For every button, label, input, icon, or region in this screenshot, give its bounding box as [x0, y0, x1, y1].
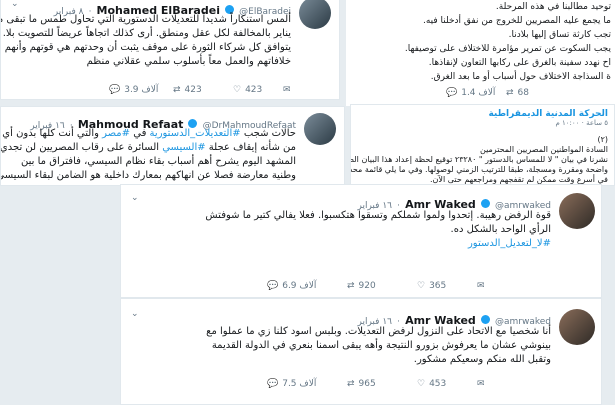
like-count: 365 [429, 281, 447, 291]
reply-count: 1.4 آلاف [461, 88, 496, 98]
avatar[interactable] [559, 193, 595, 229]
message-button[interactable]: ✉ [477, 379, 485, 389]
retweet-button[interactable]: ⇄ 68 [506, 88, 529, 98]
tweet-actions: 💬 6.9 آلاف ⇄ 920 ♡ 365 ✉ [267, 281, 485, 291]
tweet-text: ألمس استنكاراً شديداً للتعديلات الدستوري… [0, 13, 291, 69]
reply-button[interactable]: 💬 7.5 آلاف [267, 379, 347, 389]
hashtag-link[interactable]: #مصر [102, 128, 130, 139]
message-button[interactable]: ✉ [477, 281, 485, 291]
post-line: واضحة ومقررة ومسجلة، طبقا للترتيب الزمني… [350, 165, 608, 174]
tweet-line: من شأنه إيقاف عجلة #السيسي السائرة على ر… [0, 142, 296, 153]
retweet-count: 920 [358, 281, 376, 291]
verified-badge-icon [480, 315, 490, 324]
tweet-line: اح نهدد سفينة بالغرق على ركابها التعاون … [428, 58, 611, 68]
reply-icon: 💬 [267, 379, 279, 389]
org-name[interactable]: الحركة المدنية الديمقراطية [358, 109, 608, 119]
retweet-count: 965 [358, 379, 376, 389]
post-header: الحركة المدنية الديمقراطية ٥ ساعة · ١٠:٠… [358, 109, 608, 127]
tweet-line: تجب كارثة تساق إليها بلادنا. [508, 30, 611, 40]
reply-count: 7.5 آلاف [282, 379, 317, 389]
tweet-text: حالات شجب #التعديلات_الدستورية في #مصر و… [0, 127, 296, 183]
chevron-down-icon[interactable]: ⌄ [131, 309, 139, 319]
tweet-line: ألمس استنكاراً شديداً للتعديلات الدستوري… [0, 14, 291, 25]
hashtag-link[interactable]: #السيسي [162, 142, 205, 153]
like-button[interactable]: ♡ 453 [417, 379, 477, 389]
tweet-line: قوة الرفض رهيبة. إتحدوا ولموا شملكم وتسق… [205, 210, 551, 221]
reply-icon: 💬 [267, 281, 279, 291]
retweet-button[interactable]: ⇄ 965 [347, 379, 417, 389]
reply-icon: 💬 [109, 85, 121, 95]
retweet-icon: ⇄ [173, 85, 181, 95]
heart-icon: ♡ [417, 379, 426, 389]
tweet-line: الرأي الواحد بالشكل ده. [450, 224, 551, 235]
mail-icon: ✉ [477, 379, 485, 389]
tweet-line: خلافاتهم والعمل معاً بأسلوب سلمي عقلاني … [86, 56, 291, 67]
tweet-line: وتقبل الله منكم وسعيكم مشكور. [413, 354, 551, 365]
verified-badge-icon [480, 199, 490, 208]
tweet-line: توحيد مطالبنا في هذه المرحلة. [495, 2, 611, 12]
retweet-icon: ⇄ [347, 281, 355, 291]
tweet-line: ة السذاجة الاختلاف حول أسباب أو ما بعد ا… [430, 72, 611, 82]
tweet-line: يجب السكوت عن تمرير مؤامرة للاختلاف على … [404, 44, 611, 54]
tweet-line: وطنية معارضة فصلا عن انهاكهم بمعارك داخل… [0, 170, 296, 181]
reply-button[interactable]: 💬 3.9 آلاف [109, 85, 173, 95]
like-count: 423 [245, 85, 263, 95]
tweet-card-amr-waked-1: ⌄ Amr Waked @amrwaked · ١٦ فبراير قوة ال… [120, 184, 602, 298]
avatar[interactable] [304, 113, 336, 145]
tweet-line: ما يجمع عليه المصريين للخروج من نفق أدخل… [422, 16, 611, 26]
tweet-card-mahmoud-refaat: Mahmoud Refaat @DrMahmoudRefaat · ١٦ فبر… [0, 106, 345, 186]
tweet-text: أنا شخصيا مع الاتحاد على النزول لرفض الت… [131, 325, 551, 367]
tweet-text: قوة الرفض رهيبة. إتحدوا ولموا شملكم وتسق… [131, 209, 551, 251]
tweet-line: أنا شخصيا مع الاتحاد على النزول لرفض الت… [206, 326, 551, 337]
tweet-line: المشهد اليوم يشرح أهم أسباب بقاء نظام ال… [21, 156, 296, 167]
mail-icon: ✉ [283, 85, 291, 95]
tweet-card-top-right: توحيد مطالبنا في هذه المرحلة. ما يجمع عل… [346, 0, 615, 106]
post-number: (٢) [597, 135, 608, 144]
heart-icon: ♡ [233, 85, 242, 95]
tweet-text: توحيد مطالبنا في هذه المرحلة. ما يجمع عل… [349, 0, 611, 84]
post-line: السادة المواطنين المصريين المحترمين [480, 145, 608, 154]
tweet-actions: 💬 1.4 آلاف ⇄ 68 [446, 88, 529, 98]
retweet-icon: ⇄ [506, 88, 514, 98]
tweet-card-elbaradei: ⌄ Mohamed ElBaradei @ElBaradei · ٨ فبراي… [0, 0, 340, 100]
post-card-civil-movement: الحركة المدنية الديمقراطية ٥ ساعة · ١٠:٠… [350, 104, 615, 186]
reply-count: 6.9 آلاف [282, 281, 317, 291]
avatar[interactable] [299, 0, 331, 29]
post-time[interactable]: ٥ ساعة · ١٠:٠٠ م [358, 119, 608, 127]
chevron-down-icon[interactable]: ⌄ [131, 193, 139, 203]
like-button[interactable]: ♡ 423 [233, 85, 283, 95]
tweet-line: يناير بالمخالفة لكل عقل ومنطق. أرى كذلك … [2, 28, 291, 39]
reply-count: 3.9 آلاف [124, 85, 159, 95]
tweet-actions: 💬 3.9 آلاف ⇄ 423 ♡ 423 ✉ [109, 85, 291, 95]
reply-icon: 💬 [446, 88, 458, 98]
post-line: نشرنا في بيان " لا للمساس بالدستور " ٢٣٢… [351, 155, 608, 164]
tweet-line: بينوشي عشان ما يعرفوش بزورو النتيجة وأهه… [211, 340, 551, 351]
retweet-button[interactable]: ⇄ 920 [347, 281, 417, 291]
tweet-line: حالات شجب #التعديلات_الدستورية في #مصر و… [2, 128, 296, 139]
reply-button[interactable]: 💬 1.4 آلاف [446, 88, 506, 98]
hashtag-link[interactable]: #لا_لتعديل_الدستور [131, 237, 551, 251]
heart-icon: ♡ [417, 281, 426, 291]
message-button[interactable]: ✉ [283, 85, 291, 95]
retweet-count: 68 [517, 88, 529, 98]
tweet-line: يتوافق كل شركاء الثورة على موقف يثبت أن … [4, 42, 291, 53]
tweet-card-amr-waked-2: ⌄ Amr Waked @amrwaked · ١٦ فبراير أنا شخ… [120, 298, 602, 405]
hashtag-link[interactable]: #التعديلات_الدستورية [150, 128, 241, 139]
chevron-down-icon[interactable]: ⌄ [11, 0, 19, 9]
reply-button[interactable]: 💬 6.9 آلاف [267, 281, 347, 291]
retweet-button[interactable]: ⇄ 423 [173, 85, 233, 95]
retweet-count: 423 [184, 85, 202, 95]
post-text: (٢) السادة المواطنين المصريين المحترمين … [350, 135, 608, 185]
mail-icon: ✉ [477, 281, 485, 291]
like-count: 453 [429, 379, 447, 389]
like-button[interactable]: ♡ 365 [417, 281, 477, 291]
retweet-icon: ⇄ [347, 379, 355, 389]
tweet-actions: 💬 7.5 آلاف ⇄ 965 ♡ 453 ✉ [267, 379, 485, 389]
avatar[interactable] [559, 309, 595, 345]
